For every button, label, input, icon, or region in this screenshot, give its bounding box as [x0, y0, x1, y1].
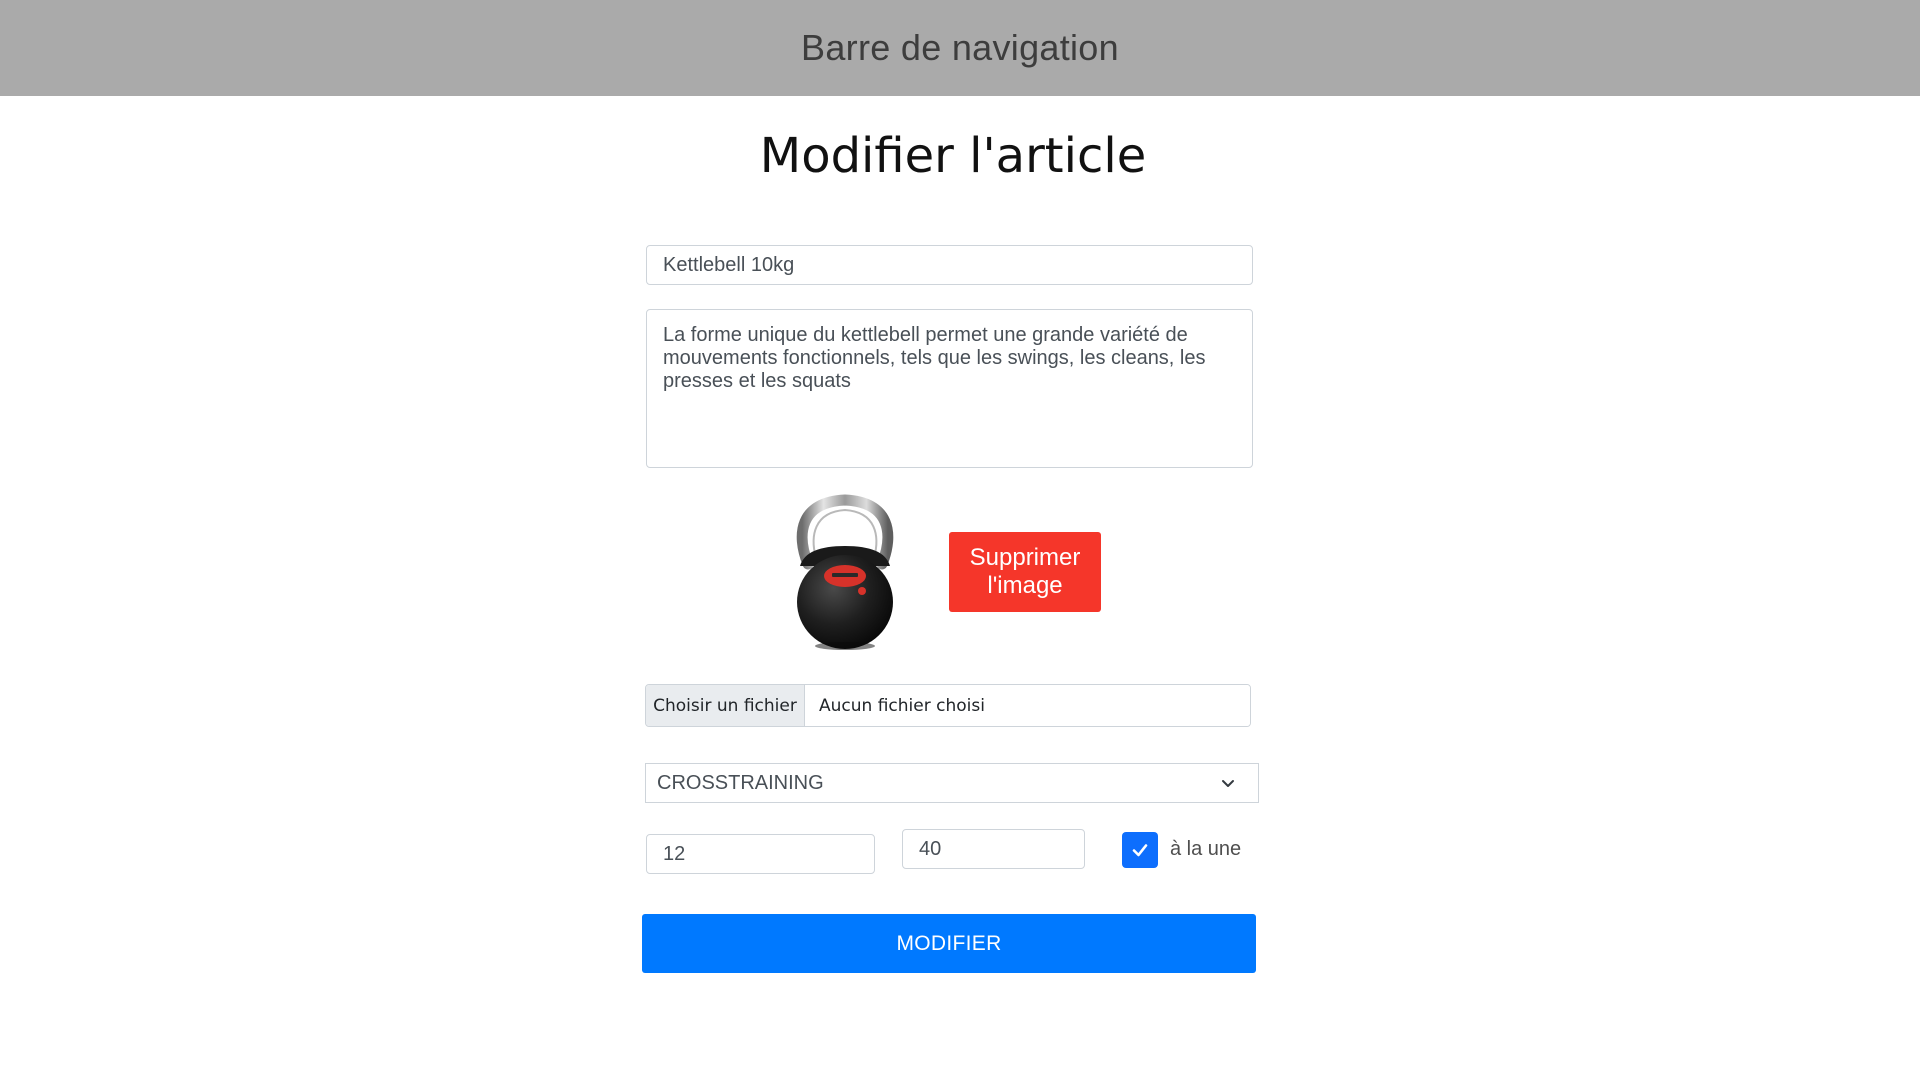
- price-input[interactable]: 40: [902, 829, 1085, 869]
- file-status-text: Aucun fichier choisi: [805, 685, 1250, 726]
- featured-checkbox-label: à la une: [1170, 838, 1242, 860]
- navbar-title: Barre de navigation: [801, 27, 1119, 68]
- quantity-input[interactable]: 12: [646, 834, 875, 874]
- modify-submit-button[interactable]: MODIFIER: [642, 914, 1256, 973]
- chevron-down-icon: [1222, 780, 1234, 787]
- check-icon: [1132, 844, 1148, 857]
- article-name-input[interactable]: Kettlebell 10kg: [646, 245, 1253, 285]
- navbar: Barre de navigation: [0, 0, 1920, 96]
- featured-checkbox[interactable]: [1122, 832, 1158, 868]
- kettlebell-image: [796, 494, 894, 650]
- article-description-textarea[interactable]: La forme unique du kettlebell permet une…: [646, 309, 1253, 468]
- file-input[interactable]: Choisir un fichier Aucun fichier choisi: [645, 684, 1251, 727]
- choose-file-button[interactable]: Choisir un fichier: [646, 685, 805, 726]
- page-title: Modifier l'article: [759, 128, 1147, 184]
- delete-image-button[interactable]: Supprimer l'image: [949, 532, 1101, 612]
- category-select[interactable]: CROSSTRAINING: [645, 763, 1259, 803]
- category-select-value: CROSSTRAINING: [657, 771, 824, 794]
